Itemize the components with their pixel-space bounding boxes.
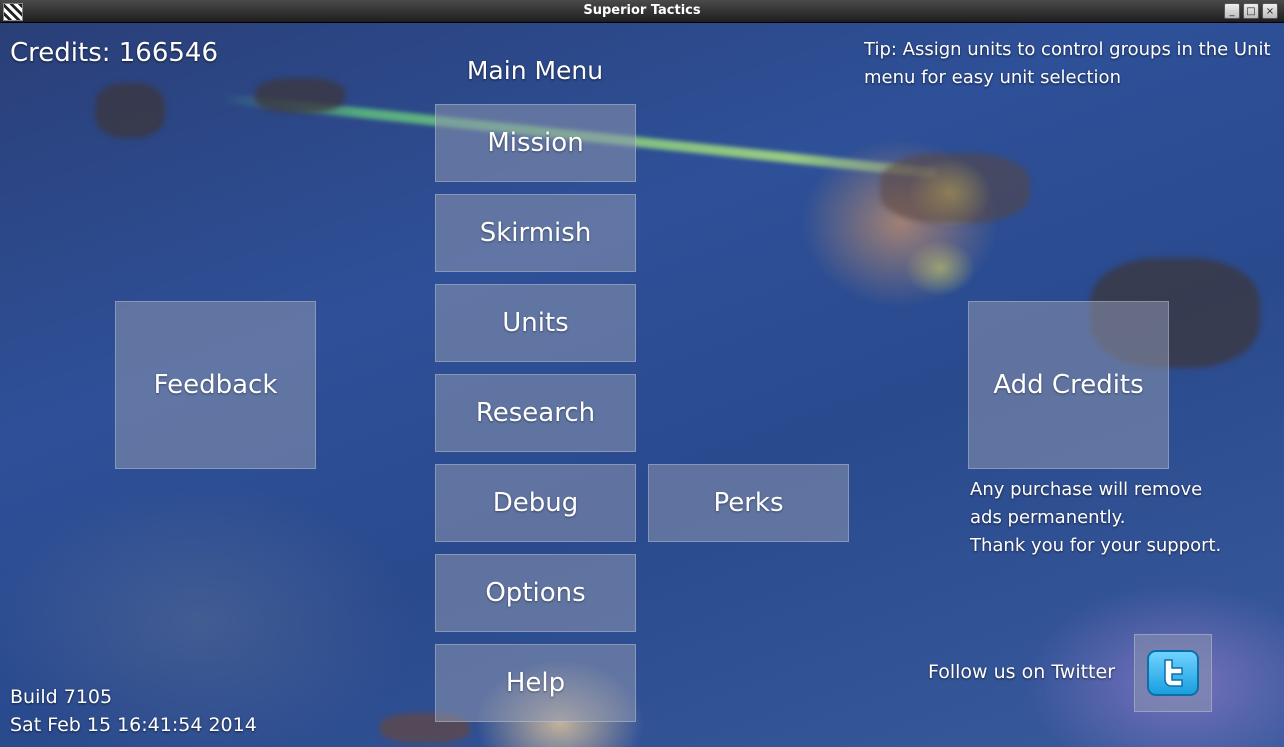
tip-text: Tip: Assign units to control groups in t… [864,39,1271,88]
purchase-support-text: Any purchase will remove ads permanently… [970,479,1222,556]
add-credits-button[interactable]: Add Credits [968,301,1169,469]
options-button[interactable]: Options [435,554,636,632]
perks-button[interactable]: Perks [648,464,849,542]
build-info: Build 7105 Sat Feb 15 16:41:54 2014 [10,683,257,739]
mission-button[interactable]: Mission [435,104,636,182]
main-menu-title: Main Menu [466,56,604,85]
minimize-button[interactable]: _ [1224,3,1240,19]
twitter-bird-icon [1147,650,1199,696]
asteroid-decoration [255,78,345,113]
units-button[interactable]: Units [435,284,636,362]
feedback-button[interactable]: Feedback [115,301,316,469]
twitter-t-glyph [1164,659,1183,687]
asteroid-decoration [880,153,1030,223]
research-button[interactable]: Research [435,374,636,452]
twitter-follow-label: Follow us on Twitter [928,661,1116,683]
help-button[interactable]: Help [435,644,636,722]
debug-button[interactable]: Debug [435,464,636,542]
twitter-button[interactable] [1134,634,1212,712]
build-number: Build 7105 [10,686,113,708]
maximize-button[interactable]: □ [1243,3,1259,19]
close-button[interactable]: × [1262,3,1278,19]
window-title: Superior Tactics [583,3,701,18]
build-date: Sat Feb 15 16:41:54 2014 [10,714,257,736]
asteroid-decoration [95,83,165,138]
skirmish-button[interactable]: Skirmish [435,194,636,272]
window-title-bar: Superior Tactics _ □ × [0,0,1284,23]
credits-display: Credits: 166546 [10,38,219,68]
